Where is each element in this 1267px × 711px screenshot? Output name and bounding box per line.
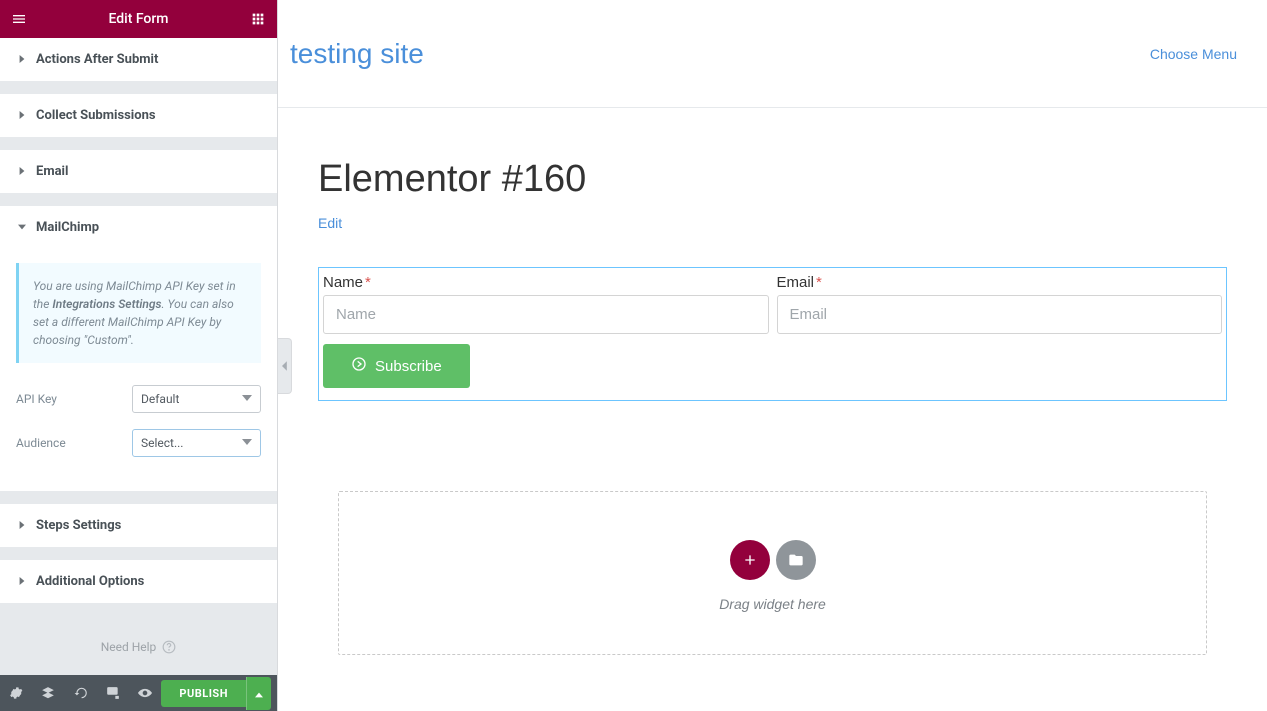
section-label: Steps Settings [36,518,121,533]
chevron-down-icon [242,436,252,450]
chevron-right-icon [18,574,26,589]
sidebar-footer: PUBLISH [0,675,277,711]
mailchimp-info: You are using MailChimp API Key set in t… [16,263,261,363]
audience-label: Audience [16,436,132,450]
section-additional-options[interactable]: Additional Options [0,560,277,604]
required-asterisk: * [365,274,371,291]
accordion: Actions After Submit Collect Submissions… [0,38,277,675]
api-key-row: API Key Default [16,385,261,413]
site-title[interactable]: testing site [290,38,424,70]
section-actions-after-submit[interactable]: Actions After Submit [0,38,277,82]
app-root: Edit Form Actions After Submit Collect S… [0,0,1267,711]
name-label: Name* [323,274,769,291]
section-steps-settings[interactable]: Steps Settings [0,504,277,548]
section-label: Actions After Submit [36,52,158,67]
section-label: Collect Submissions [36,108,156,123]
email-input[interactable] [777,295,1223,334]
section-label: Email [36,164,68,179]
add-section-button[interactable] [730,540,770,580]
chevron-right-icon [18,518,26,533]
section-collect-submissions[interactable]: Collect Submissions [0,94,277,138]
chevron-down-icon [18,220,26,235]
form-widget[interactable]: Name* Email* Subscribe [318,267,1227,401]
chevron-right-circle-icon [351,356,367,376]
page-content: Elementor #160 Edit Name* Email* Su [278,108,1267,711]
page-title: Elementor #160 [318,158,1227,201]
section-mailchimp: MailChimp You are using MailChimp API Ke… [0,206,277,492]
section-mailchimp-body: You are using MailChimp API Key set in t… [0,263,277,491]
drop-zone-text: Drag widget here [339,596,1206,612]
name-field-col: Name* [319,274,773,334]
subscribe-button[interactable]: Subscribe [323,344,470,388]
add-template-button[interactable] [776,540,816,580]
help-icon [162,640,176,654]
sidebar-header: Edit Form [0,0,277,38]
editor-canvas: testing site Choose Menu Elementor #160 … [278,0,1267,711]
choose-menu-link[interactable]: Choose Menu [1150,46,1237,62]
chevron-right-icon [18,164,26,179]
section-mailchimp-header[interactable]: MailChimp [0,206,277,249]
responsive-icon[interactable] [97,675,129,711]
site-header: testing site Choose Menu [278,0,1267,108]
audience-value: Select... [141,436,183,450]
section-label: MailChimp [36,220,99,235]
audience-select[interactable]: Select... [132,429,261,457]
api-key-value: Default [141,392,179,406]
drop-zone[interactable]: Drag widget here [338,491,1207,655]
publish-options-button[interactable] [246,677,271,710]
required-asterisk: * [816,274,822,291]
email-field-col: Email* [773,274,1227,334]
edit-link[interactable]: Edit [318,215,342,231]
editor-sidebar: Edit Form Actions After Submit Collect S… [0,0,278,711]
api-key-label: API Key [16,392,132,406]
publish-button[interactable]: PUBLISH [161,680,246,707]
email-label: Email* [777,274,1223,291]
chevron-right-icon [18,52,26,67]
sidebar-title: Edit Form [108,11,168,27]
history-icon[interactable] [65,675,97,711]
name-input[interactable] [323,295,769,334]
collapse-sidebar-handle[interactable] [278,338,292,394]
preview-icon[interactable] [129,675,161,711]
audience-row: Audience Select... [16,429,261,457]
api-key-select[interactable]: Default [132,385,261,413]
settings-icon[interactable] [0,675,32,711]
need-help-link[interactable]: Need Help [0,640,277,654]
apps-icon[interactable] [239,0,277,38]
chevron-down-icon [242,392,252,406]
menu-icon[interactable] [0,0,38,38]
section-email[interactable]: Email [0,150,277,194]
navigator-icon[interactable] [32,675,64,711]
section-label: Additional Options [36,574,144,589]
chevron-right-icon [18,108,26,123]
